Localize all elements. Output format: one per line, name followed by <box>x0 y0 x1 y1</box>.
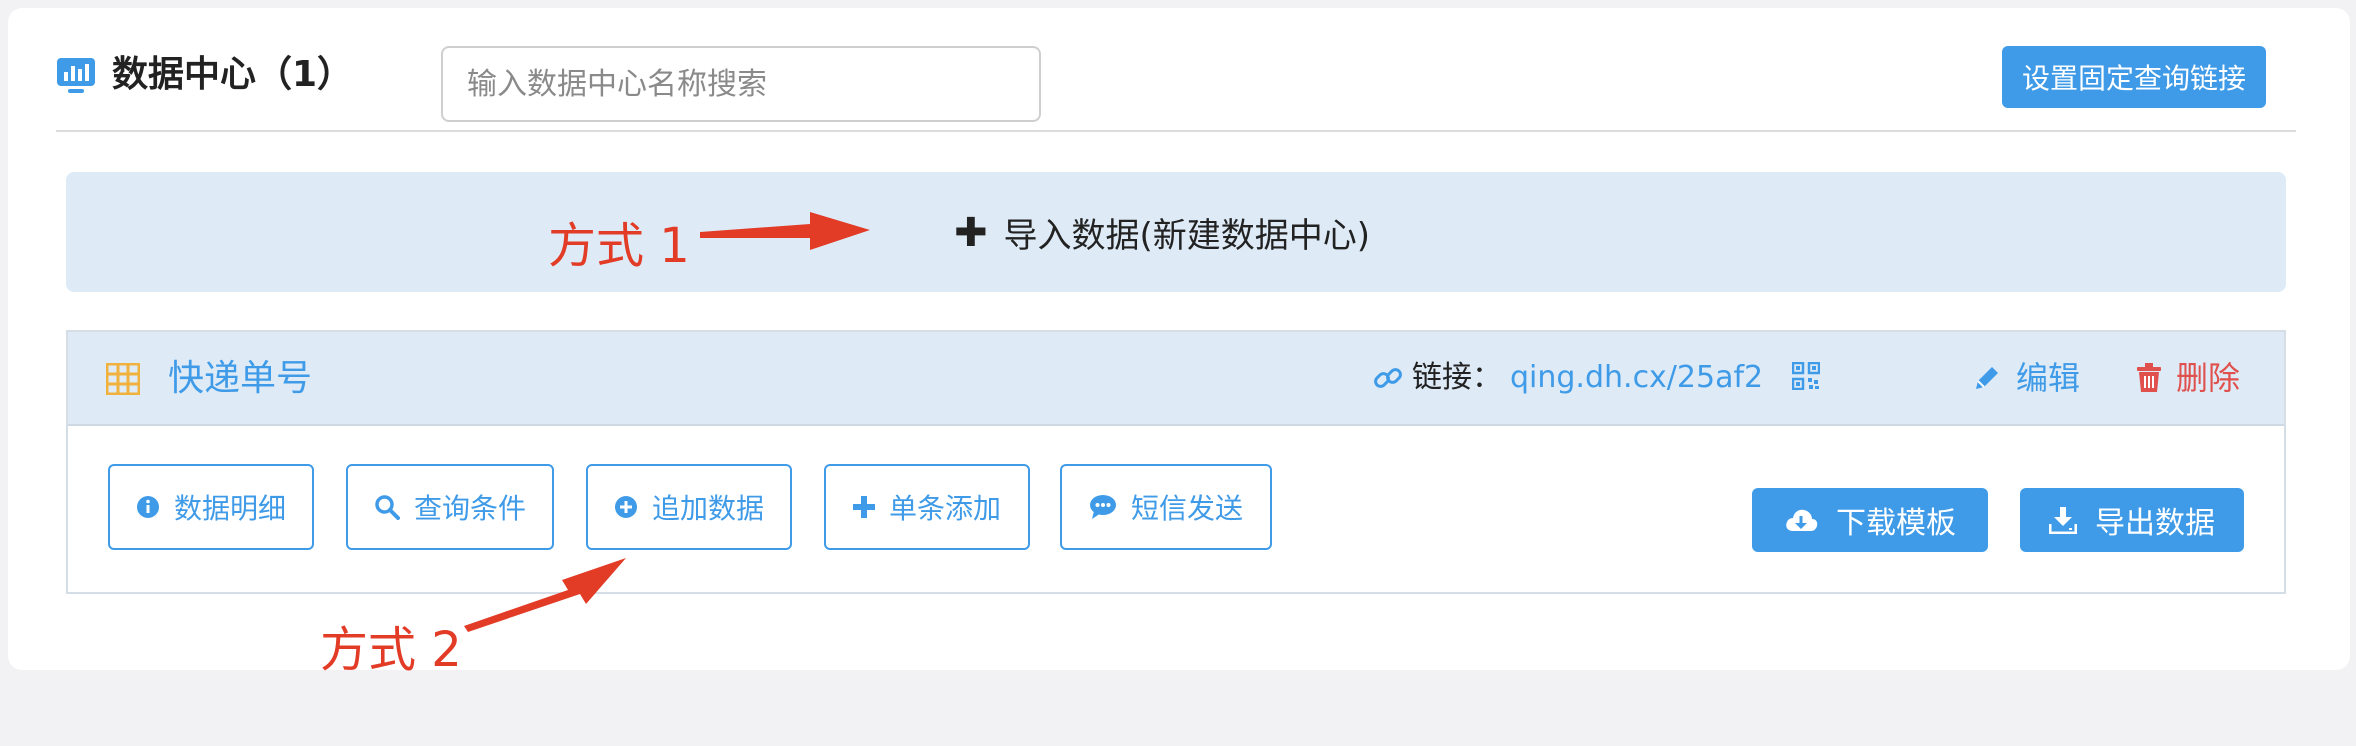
query-link[interactable]: qing.dh.cx/25af2 <box>1510 356 1763 400</box>
single-add-label: 单条添加 <box>888 492 1001 525</box>
query-conditions-button[interactable]: 查询条件 <box>346 464 554 550</box>
annotation-method-1: 方式 1 <box>548 218 690 274</box>
export-data-label: 导出数据 <box>2095 506 2215 541</box>
pencil-icon <box>1976 367 1998 389</box>
data-center-panel: 快递单号 链接： qing.dh.cx/25af2 编辑 删除 <box>66 330 2286 594</box>
annotation-arrow-2 <box>464 558 626 632</box>
download-template-label: 下载模板 <box>1836 506 1956 541</box>
search-icon <box>375 495 400 520</box>
annotation-method-2: 方式 2 <box>320 622 462 678</box>
data-detail-label: 数据明细 <box>173 492 286 525</box>
table-icon <box>106 363 140 395</box>
set-fixed-link-button[interactable]: 设置固定查询链接 <box>2002 46 2266 108</box>
panel-header: 快递单号 链接： qing.dh.cx/25af2 编辑 删除 <box>68 332 2284 426</box>
delete-button[interactable]: 删除 <box>2136 356 2240 400</box>
edit-button[interactable]: 编辑 <box>1972 356 2080 400</box>
page-title: 数据中心（1） <box>112 54 354 95</box>
single-add-button[interactable]: 单条添加 <box>824 464 1030 550</box>
download-template-button[interactable]: 下载模板 <box>1752 488 1988 552</box>
sms-send-label: 短信发送 <box>1130 492 1243 525</box>
import-data-button[interactable]: ✚ 导入数据(新建数据中心) <box>954 208 1370 257</box>
delete-label: 删除 <box>2176 359 2241 397</box>
append-data-label: 追加数据 <box>651 492 764 525</box>
trash-icon <box>2137 363 2161 392</box>
chat-icon <box>1089 495 1116 519</box>
header-divider <box>56 130 2296 132</box>
data-detail-button[interactable]: 数据明细 <box>108 464 314 550</box>
annotation-arrow-1 <box>700 212 870 250</box>
link-label: 链接： <box>1412 360 1502 395</box>
search-input[interactable] <box>441 46 1041 122</box>
query-conditions-label: 查询条件 <box>413 492 526 525</box>
sms-send-button[interactable]: 短信发送 <box>1060 464 1272 550</box>
import-data-label: 导入数据(新建数据中心) <box>1003 216 1371 256</box>
info-icon <box>136 496 159 518</box>
export-data-button[interactable]: 导出数据 <box>2020 488 2244 552</box>
download-icon <box>2049 507 2077 534</box>
link-icon <box>1374 368 1402 388</box>
data-center-icon <box>57 58 95 93</box>
plus-circle-icon <box>614 496 637 518</box>
plus-icon <box>852 496 875 518</box>
qrcode-icon[interactable] <box>1792 362 1820 390</box>
cloud-download-icon <box>1786 509 1818 531</box>
edit-label: 编辑 <box>2016 359 2081 397</box>
plus-icon: ✚ <box>954 209 988 256</box>
data-center-title[interactable]: 快递单号 <box>168 354 312 404</box>
append-data-button[interactable]: 追加数据 <box>586 464 792 550</box>
